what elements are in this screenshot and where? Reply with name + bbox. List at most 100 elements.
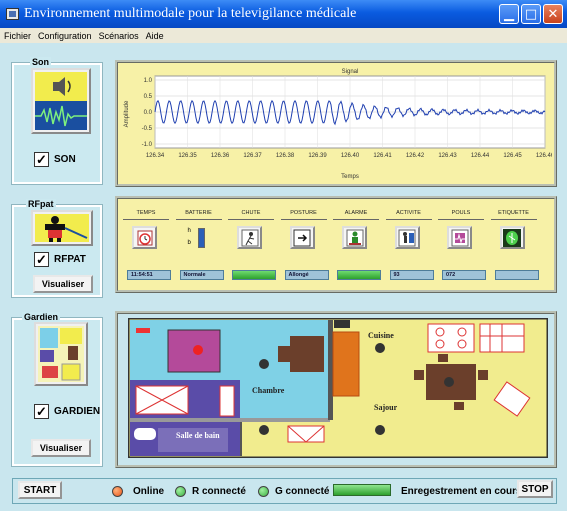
sofa-icon — [332, 331, 360, 397]
value-alarme — [337, 270, 381, 280]
column-header-etiquette: ETIQUETTE — [498, 210, 529, 216]
patient-marker-icon — [193, 345, 203, 355]
value-chute — [232, 270, 276, 280]
column-header-rule — [333, 219, 379, 220]
column-header-batterie: BATTERIE — [185, 210, 212, 216]
column-header-temps: TEMPS — [136, 210, 156, 216]
sensor-bain-icon — [259, 425, 269, 435]
stop-button[interactable]: STOP — [517, 480, 553, 498]
value-batterie: Normale — [179, 270, 224, 280]
x-tick-label: 126.40 — [341, 153, 360, 159]
window-title: Environnement multimodale pour la televi… — [24, 6, 357, 21]
room-label-cuisine: Cuisine — [368, 331, 394, 340]
column-header-rule — [228, 219, 274, 220]
x-tick-label: 126.34 — [146, 153, 165, 159]
floorplan: Cuisine Chambre Sajour Salle de bain — [128, 318, 548, 458]
alarm-icon — [342, 226, 367, 249]
start-button[interactable]: START — [18, 481, 62, 499]
column-header-chute: CHUTE — [241, 210, 261, 216]
son-checkbox-label: SON — [54, 154, 76, 165]
stove-icon — [427, 323, 475, 353]
sensor-sejour-icon — [444, 377, 454, 387]
son-panel-title: Son — [30, 57, 51, 67]
g-connected-label: G connecté — [275, 486, 330, 497]
x-tick-label: 126.35 — [178, 153, 197, 159]
battery-low-label: b — [187, 240, 191, 246]
menu-item-aide[interactable]: Aide — [146, 31, 164, 41]
value-posture: Allongé — [284, 270, 329, 280]
room-label-chambre: Chambre — [252, 386, 285, 395]
y-tick-label: 0.5 — [144, 94, 153, 100]
signal-chart: Signal Amplitude Temps 1.0 0.5 0.0 -0.5 -1.0… — [124, 69, 552, 180]
value-pouls: 072 — [442, 270, 486, 280]
rfpat-button[interactable] — [31, 210, 93, 246]
son-checkbox[interactable]: ✓ — [34, 152, 49, 167]
chart-title: Signal — [342, 69, 359, 75]
window-titlebar: Environnement multimodale pour la televi… — [0, 0, 567, 28]
gardien-panel-title: Gardien — [22, 312, 61, 322]
menu-bar: Fichier Configuration Scénarios Aide — [0, 28, 567, 43]
son-checkbox-row[interactable]: ✓ SON — [34, 152, 76, 167]
x-tick-label: 126.42 — [406, 153, 425, 159]
value-etiquette — [494, 270, 539, 280]
g-connected-led-icon — [258, 486, 269, 497]
tag-icon — [499, 226, 525, 249]
column-header-rule — [490, 219, 537, 220]
gardien-checkbox-label: GARDIEN — [54, 406, 101, 417]
gardien-checkbox-row[interactable]: ✓ GARDIEN — [34, 404, 100, 419]
y-tick-label: -0.5 — [142, 126, 153, 132]
column-header-rule — [123, 219, 169, 220]
posture-icon — [289, 226, 315, 249]
menu-item-configuration[interactable]: Configuration — [38, 31, 92, 41]
recording-label: Enregestrement en cours — [401, 486, 522, 497]
close-button[interactable]: ✕ — [543, 4, 563, 24]
minimize-button[interactable]: ▁ — [499, 4, 519, 24]
sound-wave-icon — [35, 72, 87, 130]
rfpat-panel-title: RFpat — [26, 199, 56, 209]
rfpat-checkbox-label: RFPAT — [54, 254, 86, 265]
value-activite: 93 — [389, 270, 434, 280]
r-connected-led-icon — [175, 486, 186, 497]
column-header-rule — [175, 219, 222, 220]
menu-item-scenarios[interactable]: Scénarios — [99, 31, 139, 41]
sensor-sejour2-icon — [375, 425, 385, 435]
maximize-button[interactable]: □ — [521, 4, 541, 24]
column-header-pouls: POULS — [451, 210, 471, 216]
x-axis-label: Temps — [341, 174, 359, 180]
x-tick-label: 126.45 — [503, 153, 522, 159]
rfpat-checkbox[interactable]: ✓ — [34, 252, 49, 267]
gardien-button[interactable] — [34, 322, 88, 386]
battery-high-label: h — [187, 228, 191, 234]
y-axis-label: Amplitude — [124, 100, 130, 127]
online-led-icon — [112, 486, 123, 497]
pulse-icon — [447, 226, 472, 249]
column-header-activite: ACTIVITE — [396, 210, 421, 216]
column-header-alarme: ALARME — [344, 210, 368, 216]
rfpat-checkbox-row[interactable]: ✓ RFPAT — [34, 252, 86, 267]
x-tick-label: 126.36 — [211, 153, 230, 159]
person-sensor-icon — [35, 214, 89, 242]
room-label-sejour: Sajour — [374, 403, 398, 412]
rfpat-visualiser-button[interactable]: Visualiser — [33, 275, 93, 293]
x-tick-label: 126.39 — [308, 153, 327, 159]
activity-icon — [394, 226, 420, 249]
sensor-chambre-icon — [259, 359, 269, 369]
recording-indicator — [333, 484, 391, 496]
y-tick-label: 0.0 — [144, 110, 153, 116]
menu-item-fichier[interactable]: Fichier — [4, 31, 31, 41]
column-header-rule — [280, 219, 327, 220]
app-icon — [6, 8, 19, 20]
son-button[interactable] — [31, 68, 91, 134]
sensor-cuisine-icon — [375, 343, 385, 353]
column-header-posture: POSTURE — [290, 210, 317, 216]
gardien-checkbox[interactable]: ✓ — [34, 404, 49, 419]
y-tick-label: 1.0 — [144, 78, 153, 84]
online-label: Online — [133, 486, 165, 497]
x-tick-label: 126.43 — [438, 153, 457, 159]
x-tick-label: 126.37 — [243, 153, 262, 159]
gardien-visualiser-button[interactable]: Visualiser — [31, 439, 91, 457]
clock-icon — [132, 226, 157, 249]
wardrobe-icon — [290, 336, 324, 372]
room-label-salle-de-bain: Salle de bain — [176, 431, 220, 440]
x-tick-label: 126.41 — [373, 153, 392, 159]
